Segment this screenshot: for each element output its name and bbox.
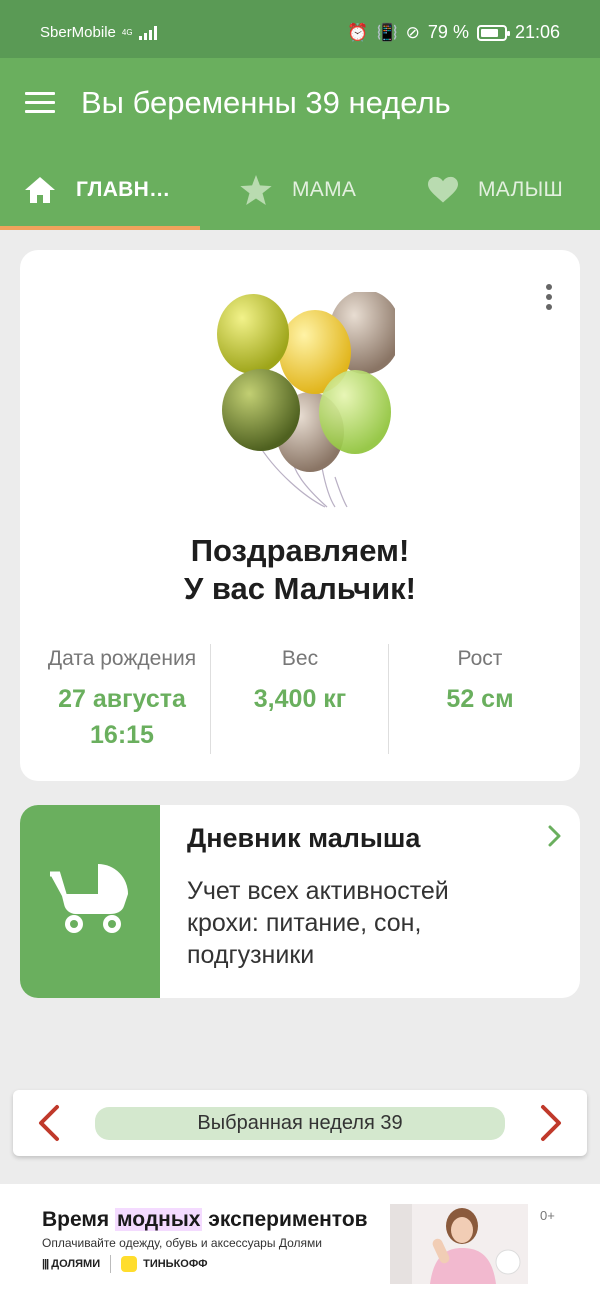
ad-title-start: Время bbox=[42, 1208, 116, 1231]
tab-mama[interactable]: МАМА bbox=[240, 150, 356, 230]
heart-icon bbox=[428, 176, 458, 204]
birth-time-value: 16:15 bbox=[90, 721, 154, 749]
congrats-message: Поздравляем! У вас Мальчик! bbox=[20, 532, 580, 608]
network-type: 4G bbox=[121, 27, 133, 37]
app-bar: Вы беременны 39 недель bbox=[0, 58, 600, 150]
stat-height: Рост 52 см bbox=[390, 645, 570, 717]
stat-label: Дата рождения bbox=[47, 647, 197, 670]
vibrate-icon: 📳 bbox=[376, 22, 398, 42]
divider bbox=[388, 644, 389, 754]
ad-banner[interactable]: Время модных экспериментов Оплачивайте о… bbox=[0, 1184, 600, 1299]
next-week-icon[interactable] bbox=[537, 1104, 565, 1142]
tinkoff-badge-icon bbox=[121, 1256, 138, 1272]
stat-birth-date: Дата рождения 27 августа 16:15 bbox=[32, 645, 212, 753]
status-bar: SberMobile 4G ⏰ 📳 ⊘ 79 % 21:06 bbox=[0, 0, 600, 58]
tinkoff-label: ТИНЬКОФФ bbox=[143, 1258, 208, 1270]
diary-description: Учет всех активностей крохи: питание, со… bbox=[187, 877, 449, 969]
tab-main-label: ГЛАВН… bbox=[76, 178, 171, 201]
carrier-info: SberMobile 4G bbox=[40, 24, 157, 41]
previous-week-icon[interactable] bbox=[35, 1104, 63, 1142]
height-value: 52 см bbox=[446, 685, 514, 713]
divider bbox=[110, 1255, 112, 1273]
battery-fill bbox=[480, 28, 499, 37]
page-title: Вы беременны 39 недель bbox=[81, 85, 451, 120]
diary-icon-panel bbox=[20, 805, 160, 998]
weight-value: 3,400 кг bbox=[253, 685, 347, 713]
stat-value: 27 августа 16:15 bbox=[32, 681, 212, 753]
congrats-line-2: У вас Мальчик! bbox=[183, 571, 416, 606]
week-selector: Выбранная неделя 39 bbox=[13, 1090, 587, 1156]
home-icon bbox=[24, 176, 56, 204]
stat-weight: Вес 3,400 кг bbox=[210, 645, 390, 717]
birth-date-value: 27 августа bbox=[58, 685, 186, 713]
battery-percent: 79 % bbox=[427, 22, 469, 42]
tab-baby[interactable]: МАЛЫШ bbox=[428, 150, 563, 230]
nfc-icon: ⊘ bbox=[405, 22, 420, 42]
ad-subtitle: Оплачивайте одежду, обувь и аксессуары Д… bbox=[42, 1236, 322, 1250]
tab-active-indicator bbox=[0, 226, 200, 230]
more-options-icon[interactable] bbox=[544, 284, 554, 312]
star-icon bbox=[240, 175, 272, 205]
tab-bar: ГЛАВН… МАМА МАЛЫШ bbox=[0, 150, 600, 230]
tab-main[interactable]: ГЛАВН… bbox=[24, 150, 170, 230]
hamburger-menu-icon[interactable] bbox=[25, 92, 55, 116]
age-rating: 0+ bbox=[540, 1208, 555, 1223]
dolyami-label: ДОЛЯМИ bbox=[51, 1258, 101, 1270]
selected-week-label[interactable]: Выбранная неделя 39 bbox=[95, 1107, 505, 1140]
chevron-right-icon[interactable] bbox=[548, 825, 562, 847]
stat-label: Рост bbox=[457, 647, 503, 670]
tab-mama-label: МАМА bbox=[292, 178, 357, 201]
birth-announcement-card: Поздравляем! У вас Мальчик! Дата рождени… bbox=[20, 250, 580, 781]
tinkoff-logo: ТИНЬКОФФ bbox=[121, 1256, 208, 1272]
baby-stroller-icon bbox=[50, 864, 128, 933]
stat-label: Вес bbox=[281, 647, 319, 670]
dolyami-logo: ||| ДОЛЯМИ bbox=[42, 1258, 101, 1270]
ad-photo bbox=[390, 1204, 528, 1284]
clock: 21:06 bbox=[514, 22, 560, 42]
congrats-line-1: Поздравляем! bbox=[190, 533, 410, 568]
baby-diary-card[interactable]: Дневник малыша Учет всех активностей кро… bbox=[20, 805, 580, 998]
alarm-icon: ⏰ bbox=[347, 22, 369, 42]
status-right: ⏰ 📳 ⊘ 79 % 21:06 bbox=[347, 22, 560, 43]
signal-icon bbox=[138, 25, 157, 40]
ad-title-end: экспериментов bbox=[202, 1208, 368, 1231]
diary-title: Дневник малыша bbox=[187, 823, 421, 853]
ad-title: Время модных экспериментов bbox=[42, 1208, 368, 1232]
battery-icon bbox=[476, 24, 510, 41]
carrier-name: SberMobile bbox=[40, 24, 116, 41]
tab-baby-label: МАЛЫШ bbox=[478, 178, 564, 201]
balloons-illustration bbox=[217, 292, 395, 508]
ad-brands: ||| ДОЛЯМИ ТИНЬКОФФ bbox=[42, 1255, 208, 1273]
ad-title-highlight: модных bbox=[115, 1208, 203, 1231]
